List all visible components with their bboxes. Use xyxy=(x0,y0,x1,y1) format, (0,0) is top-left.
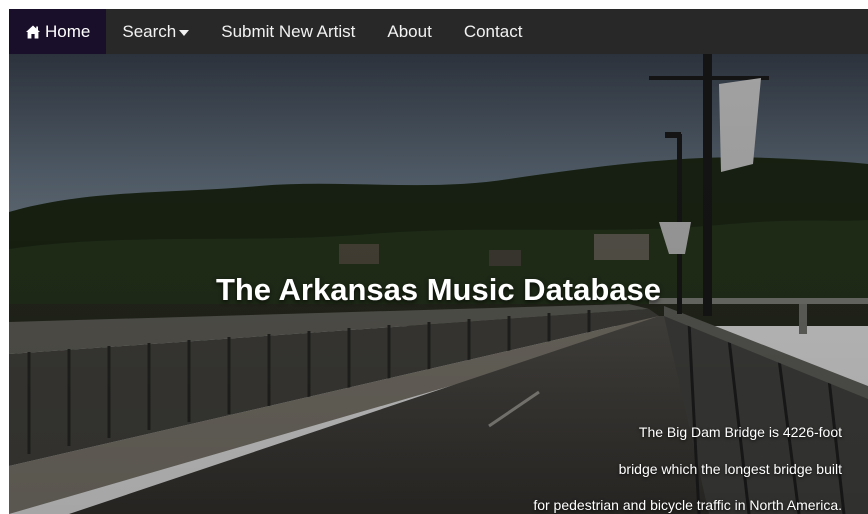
hero-caption-line-1: The Big Dam Bridge is 4226-foot xyxy=(638,424,842,440)
nav-search-label: Search xyxy=(122,21,177,41)
nav-contact[interactable]: Contact xyxy=(448,9,539,54)
nav-contact-label: Contact xyxy=(463,21,523,41)
top-navbar: Home Search Submit New Artist About Cont… xyxy=(9,9,868,54)
nav-home[interactable]: Home xyxy=(9,9,107,54)
nav-home-label: Home xyxy=(45,21,91,41)
nav-about[interactable]: About xyxy=(371,9,447,54)
page-frame: Home Search Submit New Artist About Cont… xyxy=(9,9,868,514)
nav-about-label: About xyxy=(387,21,432,41)
nav-search-dropdown[interactable]: Search xyxy=(106,9,205,54)
nav-submit-new-artist[interactable]: Submit New Artist xyxy=(205,9,371,54)
home-icon xyxy=(25,24,41,40)
nav-submit-label: Submit New Artist xyxy=(221,21,356,41)
hero-caption-line-3: for pedestrian and bicycle traffic in No… xyxy=(533,497,842,513)
hero-banner: The Arkansas Music Database The Big Dam … xyxy=(9,54,868,514)
hero-title: The Arkansas Music Database xyxy=(215,272,662,307)
hero-caption-line-2: bridge which the longest bridge built xyxy=(618,461,842,477)
caret-down-icon xyxy=(179,29,190,36)
